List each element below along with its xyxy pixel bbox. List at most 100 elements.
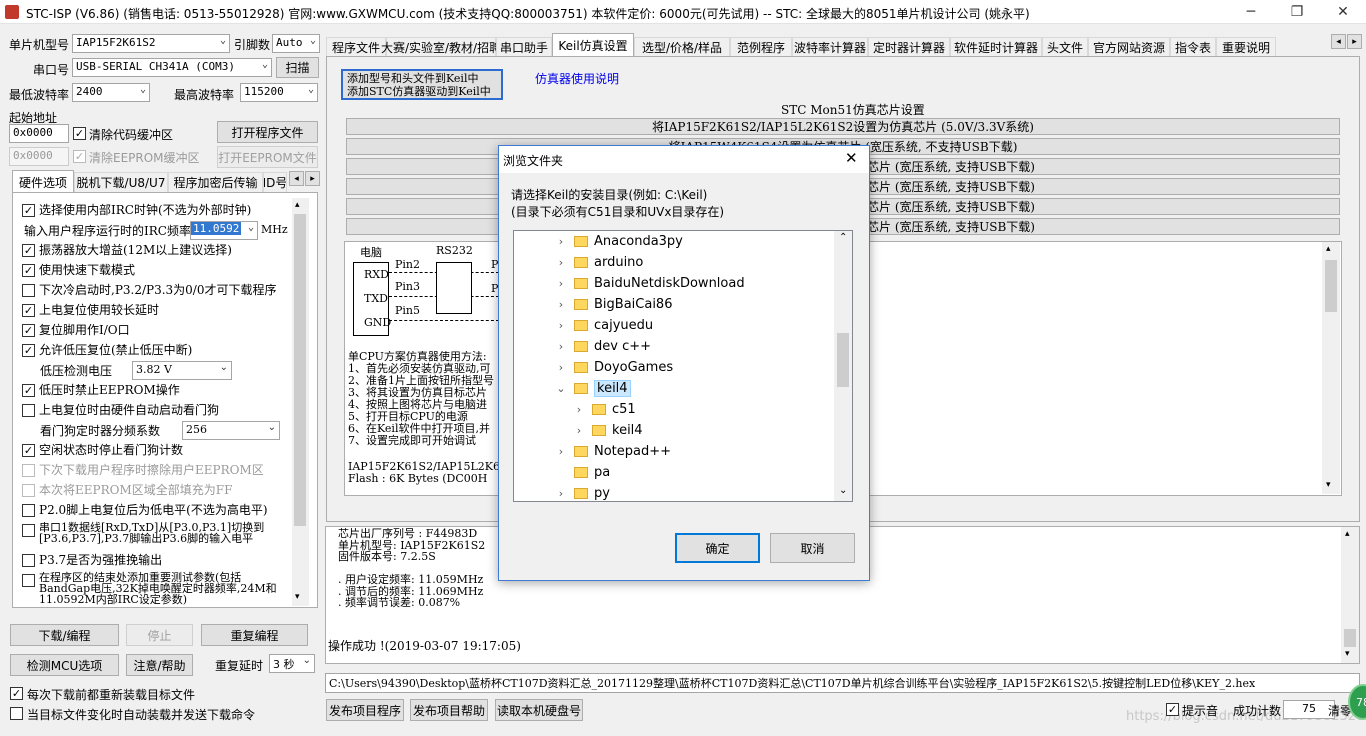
chevron-right-icon[interactable]: › [554, 340, 568, 353]
folder-tree-item[interactable]: › dev c++ [554, 336, 834, 357]
main-tab-6[interactable]: 波特率计算器 [792, 37, 868, 57]
option-checkbox[interactable]: ✓ [22, 264, 35, 277]
info-scrollbar[interactable]: ▴ ▾ [1322, 242, 1340, 494]
auto-send-checkbox[interactable] [10, 707, 23, 720]
chevron-right-icon[interactable]: › [554, 235, 568, 248]
eeprom-address-input[interactable]: 0x0000 [9, 147, 69, 166]
download-program-button[interactable]: 下载/编程 [10, 624, 119, 646]
option-checkbox[interactable]: ✓ [22, 204, 35, 217]
add-to-keil-button[interactable]: 添加型号和头文件到Keil中 添加STC仿真器驱动到Keil中 [341, 69, 503, 100]
folder-tree-item[interactable]: › py [554, 483, 834, 501]
folder-tree-item[interactable]: › BaiduNetdiskDownload [554, 273, 834, 294]
folder-tree-item[interactable]: › DoyoGames [554, 357, 834, 378]
folder-tree-item[interactable]: › Anaconda3py [554, 231, 834, 252]
help-button[interactable]: 注意/帮助 [126, 654, 193, 676]
max-baud-select[interactable]: 115200 ⌄ [240, 83, 318, 102]
chevron-right-icon[interactable]: › [554, 445, 568, 458]
tab-hardware-options[interactable]: 硬件选项 [12, 170, 74, 193]
dialog-ok-button[interactable]: 确定 [675, 533, 760, 563]
tab-scroll-left-button[interactable]: ◂ [289, 171, 304, 186]
publish-help-button[interactable]: 发布项目帮助 [410, 699, 488, 721]
main-tab-0[interactable]: 程序文件 [326, 37, 386, 57]
option-checkbox[interactable] [22, 574, 35, 587]
scan-button[interactable]: 扫描 [276, 57, 319, 78]
main-tab-10[interactable]: 官方网站资源 [1088, 37, 1170, 57]
tab-scroll-right-button[interactable]: ▸ [305, 171, 320, 186]
option-checkbox[interactable]: ✓ [22, 324, 35, 337]
main-tab-scroll-left-button[interactable]: ◂ [1331, 34, 1346, 49]
folder-tree-item[interactable]: pa [554, 462, 834, 483]
main-tab-5[interactable]: 范例程序 [730, 37, 792, 57]
option-checkbox[interactable]: ✓ [22, 244, 35, 257]
chevron-right-icon[interactable]: › [572, 403, 586, 416]
tab-offline-download[interactable]: 脱机下载/U8/U7 [74, 172, 168, 192]
repeat-program-button[interactable]: 重复编程 [201, 624, 308, 646]
chevron-right-icon[interactable]: › [554, 319, 568, 332]
read-disk-id-button[interactable]: 读取本机硬盘号 [495, 699, 583, 721]
option-checkbox[interactable] [22, 554, 35, 567]
close-button[interactable]: ✕ [1320, 0, 1366, 24]
irc-frequency-select[interactable]: 11.0592 ⌄ [190, 221, 258, 240]
folder-tree-item[interactable]: ⌄ keil4 [554, 378, 834, 399]
file-path-field[interactable]: C:\Users\94390\Desktop\蓝桥杯CT107D资料汇总_201… [325, 673, 1360, 693]
scrollbar-thumb[interactable] [837, 333, 849, 387]
main-tab-7[interactable]: 定时器计算器 [868, 37, 950, 57]
publish-program-button[interactable]: 发布项目程序 [326, 699, 404, 721]
minimize-button[interactable]: ─ [1228, 0, 1274, 24]
code-address-input[interactable]: 0x0000 [9, 124, 69, 143]
option-checkbox[interactable]: ✓ [22, 444, 35, 457]
scrollbar-thumb[interactable] [1344, 629, 1356, 647]
beep-checkbox[interactable]: ✓ [1166, 703, 1179, 716]
maximize-button[interactable]: ❐ [1274, 0, 1320, 24]
low-voltage-select[interactable]: 3.82 V ⌄ [132, 361, 232, 380]
main-tab-12[interactable]: 重要说明 [1216, 37, 1276, 57]
open-eeprom-file-button[interactable]: 打开EEPROM文件 [217, 146, 318, 168]
tree-scrollbar[interactable]: ⌃ ⌄ [834, 231, 852, 501]
repeat-delay-select[interactable]: 3 秒 ⌄ [269, 654, 315, 673]
pin-count-select[interactable]: Auto ⌄ [272, 34, 320, 53]
option-checkbox[interactable]: ✓ [22, 304, 35, 317]
detect-mcu-button[interactable]: 检测MCU选项 [10, 654, 119, 676]
chevron-right-icon[interactable]: › [572, 424, 586, 437]
main-tab-scroll-right-button[interactable]: ▸ [1347, 34, 1362, 49]
folder-tree-item[interactable]: › arduino [554, 252, 834, 273]
tab-id[interactable]: ID号 [263, 172, 287, 192]
main-tab-1[interactable]: 大赛/实验室/教材/招聘 [381, 37, 501, 57]
main-tab-9[interactable]: 头文件 [1042, 37, 1088, 57]
option-checkbox[interactable]: ✓ [22, 384, 35, 397]
chevron-right-icon[interactable]: › [554, 277, 568, 290]
option-checkbox[interactable] [22, 484, 35, 497]
folder-tree-item[interactable]: › cajyuedu [554, 315, 834, 336]
open-program-file-button[interactable]: 打开程序文件 [217, 121, 318, 143]
clear-eeprom-checkbox[interactable]: ✓ [73, 150, 86, 163]
mcu-type-select[interactable]: IAP15F2K61S2 ⌄ [72, 34, 230, 53]
main-tab-8[interactable]: 软件延时计算器 [950, 37, 1042, 57]
set-emulator-chip-button[interactable]: 将IAP15F2K61S2/IAP15L2K61S2设置为仿真芯片 (5.0V/… [346, 118, 1340, 135]
reload-each-checkbox[interactable]: ✓ [10, 687, 23, 700]
stop-button[interactable]: 停止 [126, 624, 193, 646]
serial-port-select[interactable]: USB-SERIAL CH341A (COM3) ⌄ [72, 58, 272, 77]
dialog-close-button[interactable]: ✕ [845, 149, 858, 167]
chevron-right-icon[interactable]: › [554, 487, 568, 500]
watchdog-select[interactable]: 256 ⌄ [182, 421, 280, 440]
clear-code-checkbox[interactable]: ✓ [73, 127, 86, 140]
option-checkbox[interactable] [22, 524, 35, 537]
chevron-down-icon[interactable]: ⌄ [554, 382, 568, 395]
option-checkbox[interactable] [22, 404, 35, 417]
main-tab-2[interactable]: 串口助手 [496, 37, 552, 57]
scrollbar-thumb[interactable] [1325, 260, 1337, 312]
scrollbar-thumb[interactable] [294, 214, 306, 526]
folder-tree-item[interactable]: › Notepad++ [554, 441, 834, 462]
min-baud-select[interactable]: 2400 ⌄ [72, 83, 150, 102]
main-tab-4[interactable]: 选型/价格/样品 [634, 37, 730, 57]
emulator-help-link[interactable]: 仿真器使用说明 [535, 70, 619, 87]
options-scrollbar[interactable]: ▴ ▾ [292, 198, 309, 606]
option-checkbox[interactable] [22, 464, 35, 477]
folder-tree-item[interactable]: › c51 [554, 399, 834, 420]
log-scrollbar[interactable]: ▴ ▾ [1341, 527, 1359, 663]
main-tab-11[interactable]: 指令表 [1170, 37, 1216, 57]
chevron-right-icon[interactable]: › [554, 256, 568, 269]
option-checkbox[interactable]: ✓ [22, 344, 35, 357]
chevron-right-icon[interactable]: › [554, 298, 568, 311]
option-checkbox[interactable] [22, 284, 35, 297]
